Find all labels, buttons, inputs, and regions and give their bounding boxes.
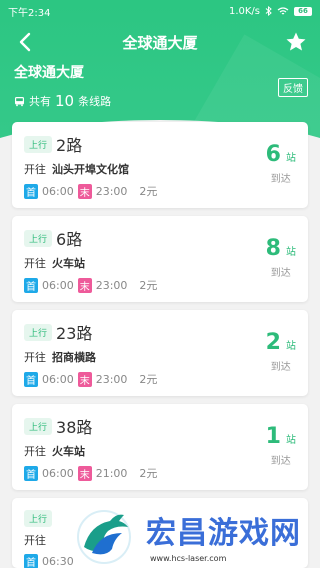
lines-count: 共有 10 条线路 [14,92,308,110]
first-bus-time: 06:00 [42,184,74,198]
route-card[interactable]: 上行 2路 开往 汕头开埠文化馆 首 06:00 末 23:00 2元 6 站 到… [12,122,308,208]
last-bus-time: 23:00 [95,278,128,292]
station-info: 全球通大厦 共有 10 条线路 反馈 [14,62,308,110]
watermark-url: www.hcs-laser.com [150,553,227,563]
to-label: 开往 [24,445,46,458]
watermark: 宏昌游戏网 www.hcs-laser.com [70,502,320,568]
stops-unit: 站 [286,435,296,446]
to-label: 开往 [24,163,46,176]
time-row: 首 06:00 末 23:00 2元 [24,183,298,199]
route-card[interactable]: 上行 38路 开往 火车站 首 06:00 末 21:00 2元 1 站 到达 [12,404,308,490]
watermark-title: 宏昌游戏网 [146,515,301,551]
back-arrow-icon[interactable] [14,30,38,54]
first-bus-time: 06:30 [42,555,74,568]
stops-away: 8 站 到达 [266,236,296,279]
destination: 火车站 [52,257,85,270]
to-label: 开往 [24,351,46,364]
destination-row: 开往 火车站 [24,255,298,271]
fare: 2元 [139,279,158,292]
time-row: 首 06:00 末 23:00 2元 [24,371,298,387]
bus-icon [15,96,24,106]
battery-icon: 66 [294,6,312,16]
arrive-label: 到达 [270,268,291,279]
status-bar: 下午2:34 1.0K/s 66 [0,0,320,22]
arrive-label: 到达 [270,174,291,185]
fare: 2元 [139,467,158,480]
first-bus-tag: 首 [24,371,38,387]
route-name: 38路 [56,418,93,437]
direction-badge: 上行 [24,417,53,435]
direction-badge: 上行 [24,323,53,341]
nav-bar: 全球通大厦 [0,22,320,62]
route-name: 2路 [56,136,83,155]
stops-count: 1 [265,424,281,449]
destination-row: 开往 汕头开埠文化馆 [24,161,298,177]
destination-row: 开往 招商横路 [24,349,298,365]
wifi-icon [277,6,289,14]
last-bus-tag: 末 [77,371,92,387]
destination-row: 开往 火车站 [24,443,298,459]
stops-unit: 站 [286,247,296,258]
status-icons: 1.0K/s 66 [229,6,312,17]
lines-suffix: 条线路 [78,95,112,108]
first-bus-tag: 首 [24,183,38,199]
fare: 2元 [139,373,158,386]
destination: 汕头开埠文化馆 [52,163,129,176]
last-bus-tag: 末 [77,183,92,199]
stops-count: 8 [265,236,281,261]
direction-badge: 上行 [24,510,53,527]
fare: 2元 [139,185,158,198]
feedback-button[interactable]: 反馈 [278,78,308,97]
route-name: 23路 [56,324,93,343]
to-label: 开往 [24,257,46,270]
last-bus-time: 21:00 [95,466,128,480]
last-bus-time: 23:00 [95,184,128,198]
stops-count: 2 [265,330,281,355]
star-icon[interactable] [284,30,308,54]
watermark-logo [77,510,131,564]
watermark-text: 宏昌游戏网 www.hcs-laser.com [146,508,301,563]
bluetooth-icon [265,6,272,16]
destination: 火车站 [52,445,85,458]
status-time: 下午2:34 [8,7,51,19]
route-card[interactable]: 上行 23路 开往 招商横路 首 06:00 末 23:00 2元 2 站 到达 [12,310,308,396]
first-bus-time: 06:00 [42,466,74,480]
first-bus-tag: 首 [24,277,38,293]
last-bus-time: 23:00 [95,372,128,386]
lines-number: 10 [55,92,75,110]
route-card[interactable]: 上行 6路 开往 火车站 首 06:00 末 23:00 2元 8 站 到达 [12,216,308,302]
network-speed: 1.0K/s [228,5,260,17]
lines-prefix: 共有 [29,95,51,108]
to-label: 开往 [24,534,46,547]
first-bus-time: 06:00 [42,372,74,386]
stops-unit: 站 [286,341,296,352]
stops-count: 6 [265,142,281,167]
stops-away: 6 站 到达 [266,142,296,185]
first-bus-time: 06:00 [42,278,74,292]
arrive-label: 到达 [270,362,291,373]
route-name: 6路 [56,230,83,249]
arrive-label: 到达 [270,456,291,467]
stops-away: 1 站 到达 [266,424,296,467]
stops-unit: 站 [286,153,296,164]
direction-badge: 上行 [24,229,53,247]
time-row: 首 06:00 末 21:00 2元 [24,465,298,481]
destination: 招商横路 [52,351,96,364]
stops-away: 2 站 到达 [266,330,296,373]
first-bus-tag: 首 [24,465,38,481]
page-title: 全球通大厦 [122,33,198,52]
first-bus-tag: 首 [24,554,38,568]
station-name: 全球通大厦 [14,65,84,81]
last-bus-tag: 末 [77,277,92,293]
direction-badge: 上行 [24,135,53,153]
time-row: 首 06:00 末 23:00 2元 [24,277,298,293]
last-bus-tag: 末 [77,465,92,481]
